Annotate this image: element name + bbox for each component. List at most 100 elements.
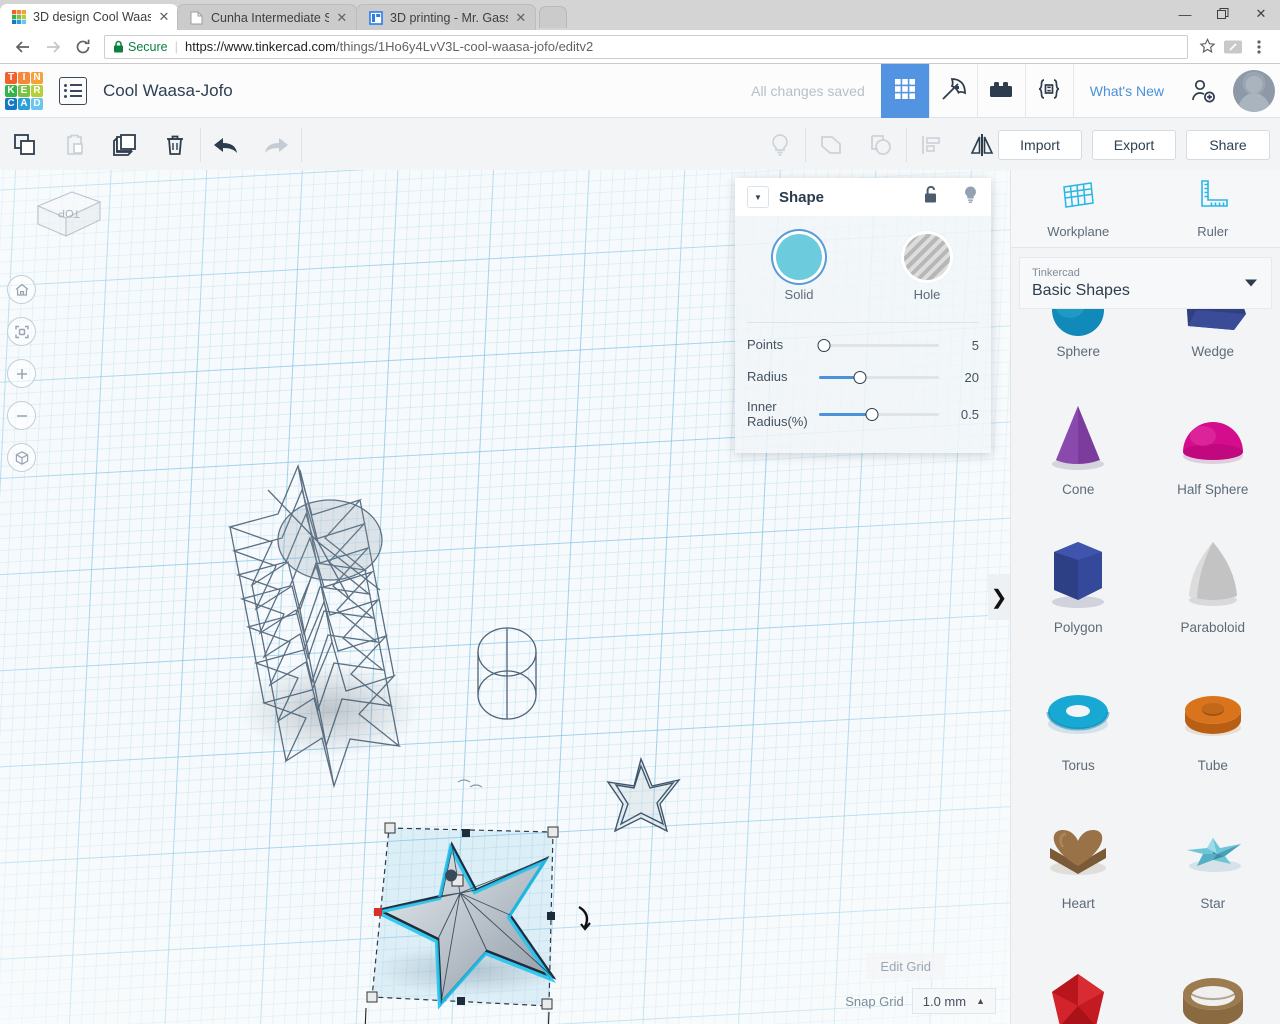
shape-inspector-panel[interactable]: ▼ Shape Solid Hole Points 5 Radius 20 In… <box>735 178 991 453</box>
shape-item-half-sphere[interactable]: Half Sphere <box>1146 369 1280 507</box>
hole-mode-option[interactable]: Hole <box>881 234 973 302</box>
delete-button[interactable] <box>150 118 200 172</box>
duplicate-button[interactable] <box>100 118 150 172</box>
shape-panel-body: Solid Hole Points 5 Radius 20 Inner Radi… <box>735 216 991 453</box>
hole-label: Hole <box>913 287 941 302</box>
import-button[interactable]: Import <box>998 129 1082 160</box>
back-arrow-icon[interactable] <box>8 32 38 62</box>
tinkercad-icon <box>12 10 26 24</box>
shape-item-polygon[interactable]: Polygon <box>1011 507 1146 645</box>
cone-icon <box>1011 394 1146 474</box>
undo-button[interactable] <box>201 118 251 172</box>
shape-mode-selector: Solid Hole <box>735 230 991 308</box>
half-sphere-icon <box>1146 394 1280 474</box>
forward-arrow-icon <box>38 32 68 62</box>
browser-tab-1[interactable]: 3D design Cool Waasa-J ✕ <box>0 4 178 30</box>
export-button[interactable]: Export <box>1092 129 1176 160</box>
logo-tile-C: C <box>5 97 17 110</box>
share-button[interactable]: Share <box>1186 129 1270 160</box>
list-menu-icon[interactable] <box>59 76 87 105</box>
blocks-mode-button[interactable] <box>928 64 977 118</box>
minimize-icon[interactable]: — <box>1166 0 1204 28</box>
star-icon[interactable] <box>1194 34 1220 60</box>
unlocked-padlock-icon[interactable] <box>923 185 940 209</box>
extension-icon[interactable] <box>1220 34 1246 60</box>
ruler-tool[interactable]: Ruler <box>1146 170 1280 247</box>
sidebar-tools: Workplane Ruler <box>1011 170 1280 248</box>
design-mode-button[interactable] <box>880 64 929 118</box>
add-person-icon[interactable] <box>1180 64 1228 118</box>
library-selector[interactable]: Tinkercad Basic Shapes <box>1019 257 1272 309</box>
shape-item-sphere[interactable]: Sphere <box>1011 309 1146 369</box>
kebab-menu-icon[interactable] <box>1246 34 1272 60</box>
tab-close-icon[interactable]: ✕ <box>515 10 527 26</box>
snap-grid-value: 1.0 mm <box>922 993 967 1009</box>
reload-icon[interactable] <box>68 32 98 62</box>
shape-item-ring[interactable] <box>1146 921 1280 1024</box>
grid-icon <box>892 76 918 107</box>
whats-new-link[interactable]: What's New <box>1072 64 1180 118</box>
chevron-down-icon[interactable]: ▼ <box>747 186 769 208</box>
polygon-icon <box>1011 532 1146 612</box>
shape-item-cone[interactable]: Cone <box>1011 369 1146 507</box>
shapes-sidebar[interactable]: Workplane Ruler Tinkercad Basic Shapes S… <box>1010 170 1280 1024</box>
shape-item-torus[interactable]: Torus <box>1011 645 1146 783</box>
restore-icon[interactable] <box>1204 0 1242 28</box>
caret-down-icon[interactable] <box>1245 279 1257 287</box>
shape-item-wedge[interactable]: Wedge <box>1146 309 1280 369</box>
ungroup-button <box>856 118 906 172</box>
edit-grid-button[interactable]: Edit Grid <box>866 953 945 979</box>
browser-tab-3[interactable]: 3D printing - Mr. Gasser ✕ <box>356 4 536 30</box>
points-value[interactable]: 5 <box>945 338 979 353</box>
inner-radius-slider[interactable] <box>819 406 939 424</box>
library-owner: Tinkercad <box>1032 267 1080 280</box>
chevron-right-icon[interactable]: ❯ <box>988 574 1010 620</box>
avatar[interactable] <box>1228 64 1280 118</box>
new-tab-button[interactable] <box>539 6 567 28</box>
wireframe-cylinder <box>477 627 537 720</box>
logo-tile-I: I <box>18 71 30 84</box>
solid-mode-option[interactable]: Solid <box>753 234 845 302</box>
shape-item-paraboloid[interactable]: Paraboloid <box>1146 507 1280 645</box>
tab-close-icon[interactable]: ✕ <box>336 10 348 26</box>
shape-item-heart[interactable]: Heart <box>1011 783 1146 921</box>
property-points: Points 5 <box>735 329 991 361</box>
tinkercad-logo[interactable]: T I N K E R C A D <box>3 70 45 112</box>
ring-icon <box>1146 971 1280 1024</box>
page-title[interactable]: Cool Waasa-Jofo <box>103 81 233 101</box>
snap-grid-select[interactable]: 1.0 mm ▲ <box>911 988 996 1014</box>
shape-item-icosahedron[interactable] <box>1011 921 1146 1024</box>
address-bar[interactable]: Secure | https://www.tinkercad.com/thing… <box>104 34 1188 59</box>
workplane-tool[interactable]: Workplane <box>1011 170 1146 247</box>
workplane-icon <box>1058 178 1098 217</box>
hole-pattern-swatch[interactable] <box>904 234 950 280</box>
design-canvas[interactable]: TOP ▼ Shape Solid Hole Points 5 Radius 2… <box>0 170 1010 1024</box>
app-header: T I N K E R C A D Cool Waasa-Jofo All ch… <box>0 64 1280 118</box>
solid-color-swatch[interactable] <box>776 234 822 280</box>
inner-radius-value[interactable]: 0.5 <box>945 407 979 422</box>
shapes-grid: Sphere Wedge Cone Half Sphere Polygon Pa… <box>1011 309 1280 1024</box>
browser-tab-2[interactable]: Cunha Intermediate Sch ✕ <box>177 4 357 30</box>
lightbulb-icon[interactable] <box>962 185 979 210</box>
dimension-annotation <box>364 1007 550 1024</box>
radius-slider[interactable] <box>819 368 939 386</box>
bricks-mode-button[interactable] <box>976 64 1025 118</box>
browser-toolbar: Secure | https://www.tinkercad.com/thing… <box>0 30 1280 64</box>
url-domain: https://www.tinkercad.com <box>185 39 336 54</box>
ruler-icon <box>1195 178 1231 217</box>
codeblocks-mode-button[interactable] <box>1024 64 1073 118</box>
library-name: Basic Shapes <box>1032 281 1130 299</box>
close-icon[interactable]: ✕ <box>1242 0 1280 28</box>
shape-item-tube[interactable]: Tube <box>1146 645 1280 783</box>
browser-tab-title: 3D design Cool Waasa-J <box>33 10 152 24</box>
points-slider[interactable] <box>817 336 939 354</box>
radius-value[interactable]: 20 <box>945 370 979 385</box>
tab-close-icon[interactable]: ✕ <box>158 9 170 25</box>
snap-grid-control: Snap Grid 1.0 mm ▲ <box>845 988 996 1014</box>
logo-tile-K: K <box>5 84 17 97</box>
shape-item-star[interactable]: Star <box>1146 783 1280 921</box>
copy-button[interactable] <box>0 118 50 172</box>
torus-icon <box>1011 670 1146 750</box>
wedge-icon <box>1146 309 1280 336</box>
scene-marks <box>457 779 483 788</box>
